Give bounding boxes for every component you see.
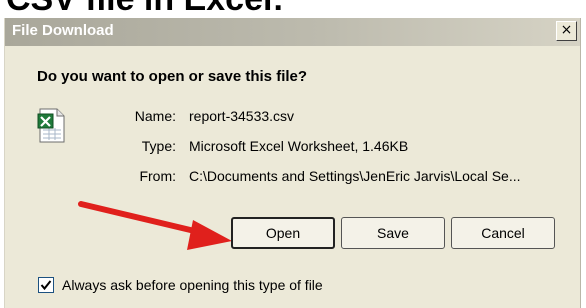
save-button[interactable]: Save xyxy=(341,217,445,249)
name-label: Name: xyxy=(134,108,176,124)
red-arrow-icon xyxy=(75,198,235,263)
name-value: report-34533.csv xyxy=(189,108,295,124)
type-label: Type: xyxy=(141,138,176,154)
dialog-question: Do you want to open or save this file? xyxy=(37,68,308,85)
always-ask-checkbox[interactable] xyxy=(38,277,54,293)
open-button[interactable]: Open xyxy=(231,217,335,249)
dialog-title: File Download xyxy=(12,22,114,39)
excel-file-icon xyxy=(37,108,67,149)
type-value: Microsoft Excel Worksheet, 1.46KB xyxy=(189,138,409,154)
cancel-button[interactable]: Cancel xyxy=(451,217,555,249)
checkmark-icon xyxy=(40,280,52,291)
close-icon: × xyxy=(560,22,573,38)
from-label: From: xyxy=(139,168,176,184)
always-ask-label[interactable]: Always ask before opening this type of f… xyxy=(62,277,323,293)
page-heading: CSV file in Excel: xyxy=(6,0,284,19)
close-button[interactable]: × xyxy=(556,21,577,41)
from-value: C:\Documents and Settings\JenEric Jarvis… xyxy=(189,168,521,184)
dialog-titlebar[interactable]: File Download × xyxy=(5,18,580,46)
file-download-dialog: File Download × Do you want to open or s… xyxy=(4,18,581,308)
